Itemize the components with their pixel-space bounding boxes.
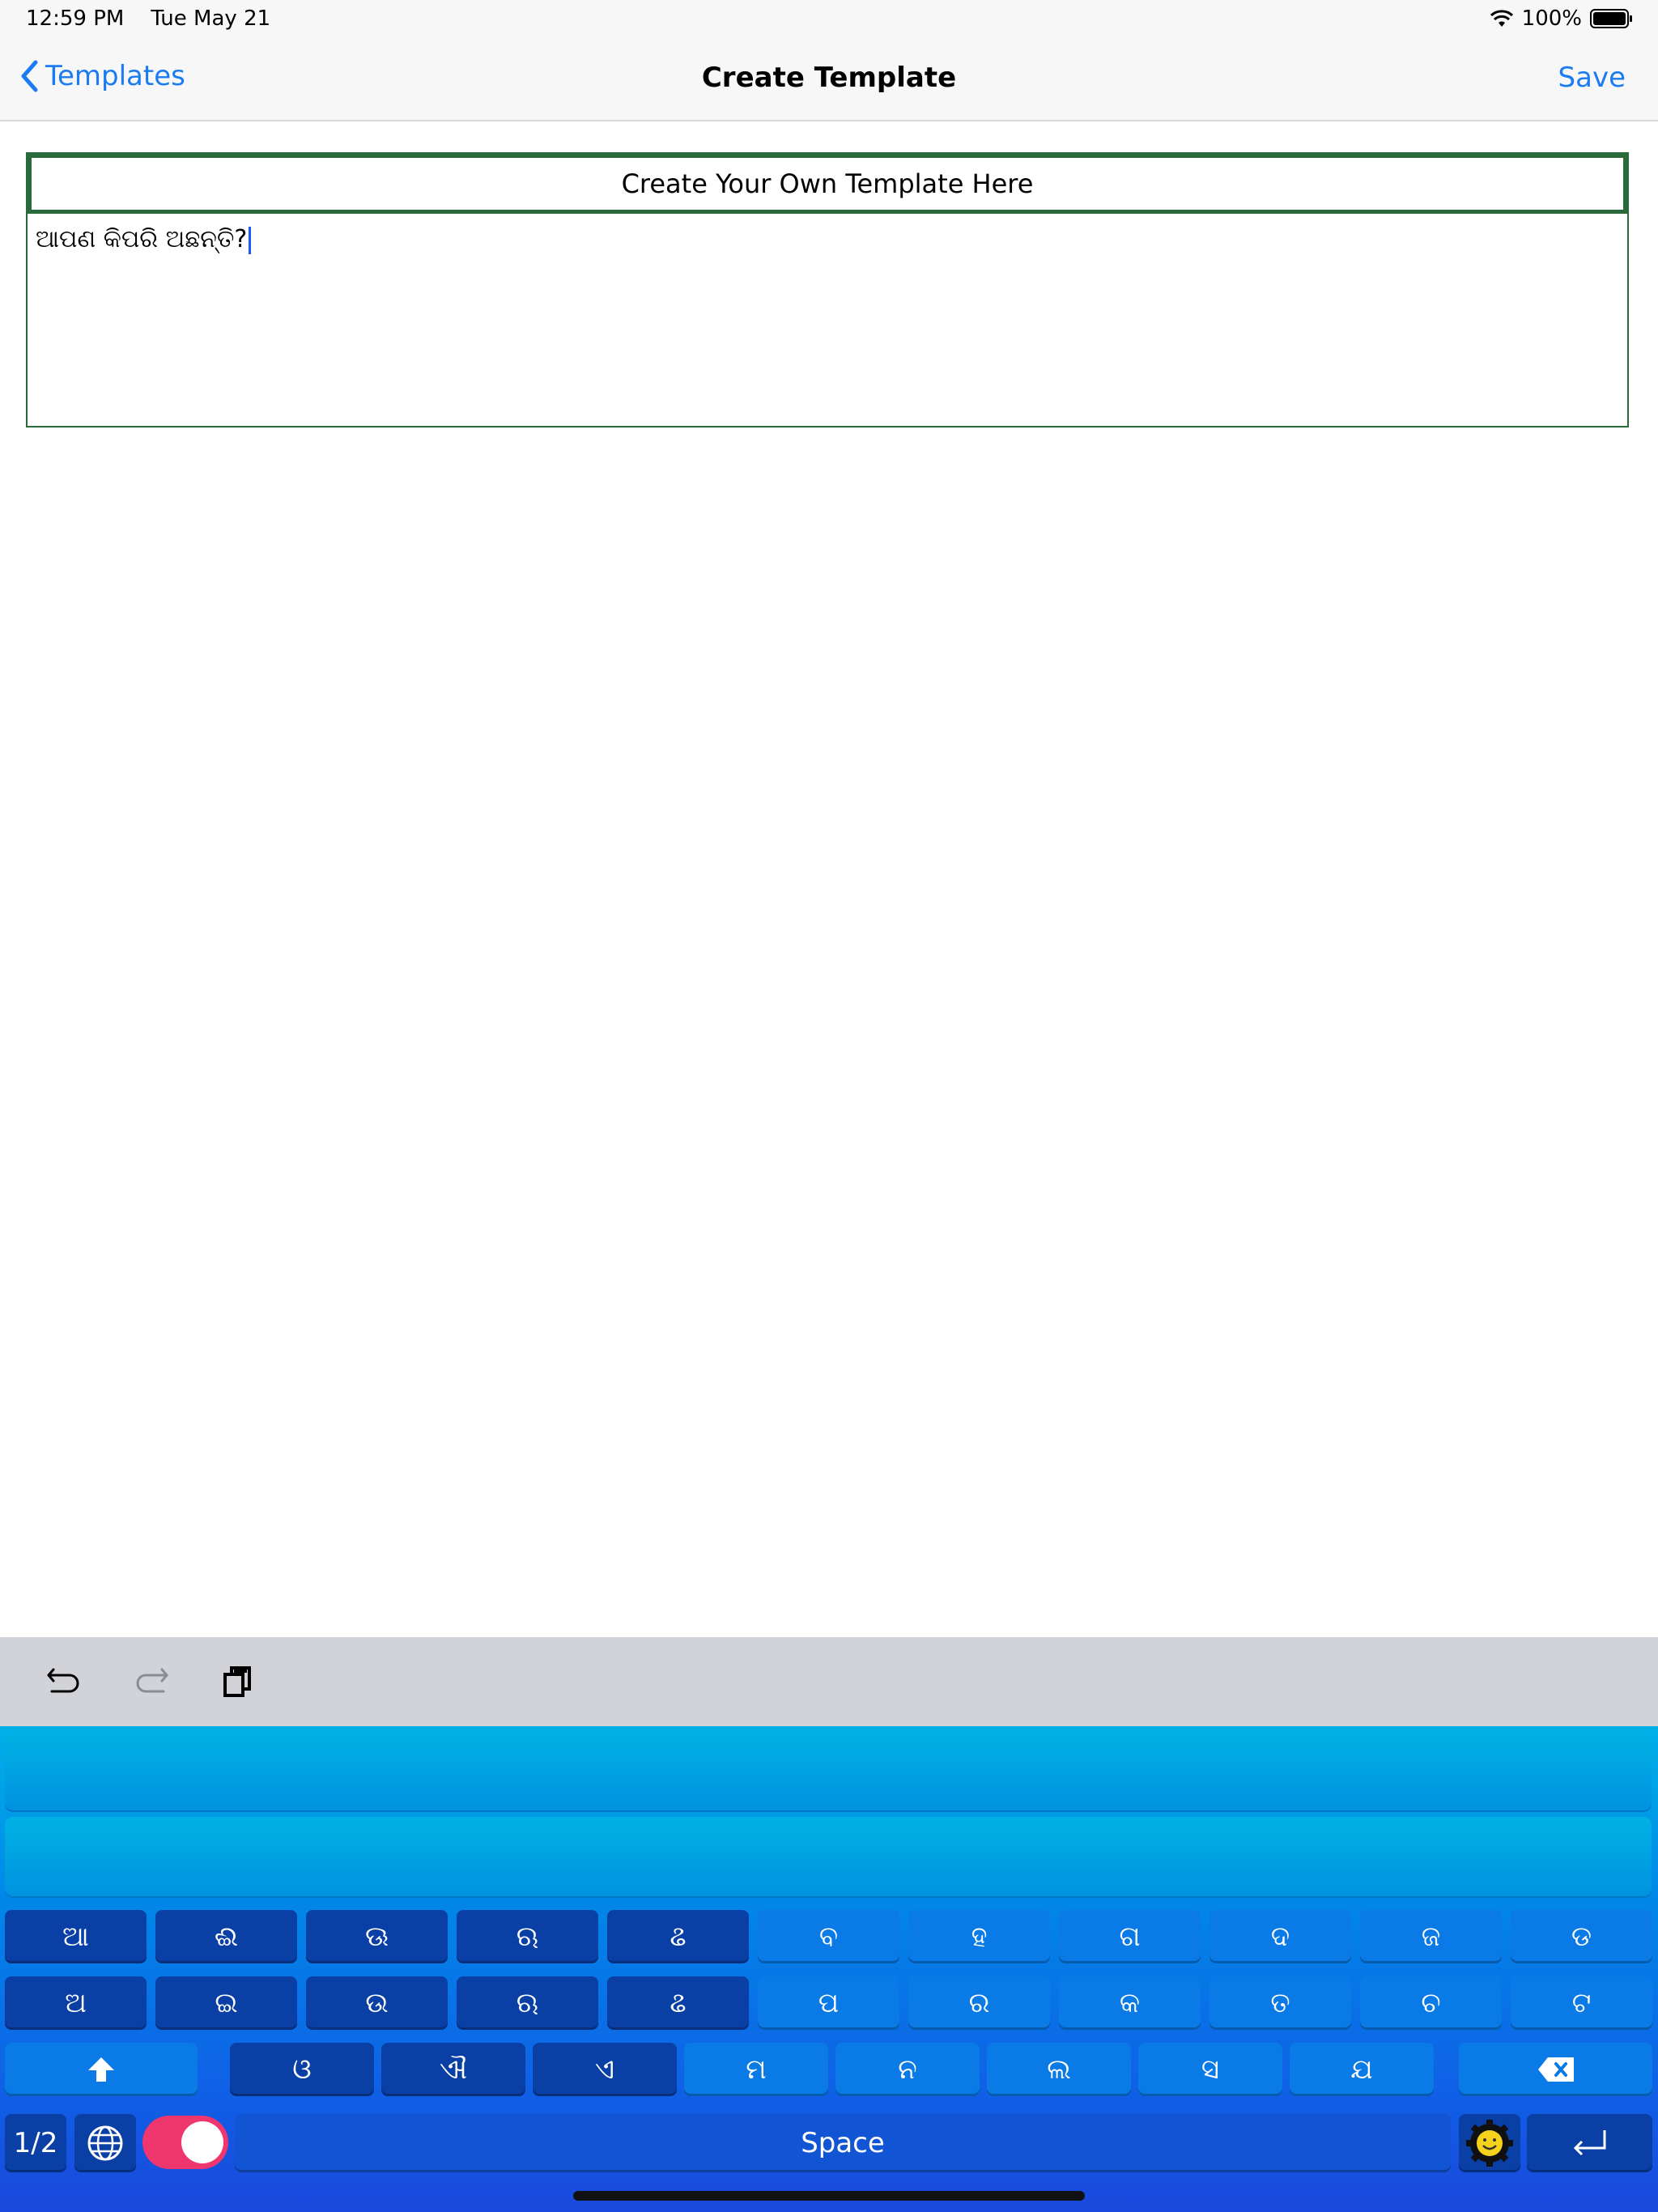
key[interactable]: ତ [1209,1976,1351,2030]
undo-icon[interactable] [45,1663,83,1700]
shift-key[interactable] [5,2043,198,2096]
key[interactable]: ଅ [5,1976,147,2030]
key[interactable]: ଯ [1290,2043,1434,2096]
key[interactable]: ଐ [381,2043,525,2096]
key[interactable]: ଆ [5,1910,147,1963]
keyboard-toggle[interactable] [142,2116,228,2169]
template-header: Create Your Own Template Here [28,154,1627,214]
status-right: 100% [1490,6,1634,31]
key[interactable]: ହ [908,1910,1050,1963]
settings-key[interactable] [1459,2114,1520,2172]
language-key[interactable] [74,2114,136,2172]
key[interactable]: କ [1059,1976,1201,2030]
key[interactable]: ଌ [607,1976,749,2030]
key[interactable]: ର [908,1976,1050,2030]
status-time-date: 12:59 PM Tue May 21 [26,6,270,31]
page-switch-key[interactable]: 1/2 [5,2114,66,2172]
key[interactable]: ଋ [457,1976,598,2030]
key[interactable]: ଡ [1511,1910,1652,1963]
battery-percent: 100% [1521,6,1582,31]
key[interactable]: ଓ [230,2043,374,2096]
status-date: Tue May 21 [151,6,271,31]
key[interactable]: ଜ [1360,1910,1502,1963]
template-text: ଆପଣ କିପରି ଅଛନ୍ତି? [36,225,248,253]
clipboard-icon[interactable] [220,1663,257,1700]
key[interactable]: ଦ [1209,1910,1351,1963]
backspace-key[interactable] [1459,2043,1652,2096]
return-key[interactable] [1527,2114,1652,2172]
template-text-area[interactable]: ଆପଣ କିପରି ଅଛନ୍ତି? [36,225,252,254]
key[interactable]: ପ [758,1976,899,2030]
space-key[interactable]: Space [235,2114,1451,2172]
template-editor[interactable]: Create Your Own Template Here ଆପଣ କିପରି … [26,152,1629,428]
globe-icon [87,2125,123,2161]
key[interactable]: ଗ [1059,1910,1201,1963]
key[interactable]: ଌ [607,1910,749,1963]
key[interactable]: ଉ [306,1976,448,2030]
backspace-icon [1537,2057,1574,2082]
battery-icon [1590,9,1632,28]
wifi-icon [1490,10,1513,27]
text-caret [249,226,252,254]
suggestion-bar-1[interactable] [5,1731,1652,1812]
redo-icon[interactable] [133,1663,170,1700]
key[interactable]: ଇ [155,1976,297,2030]
key[interactable]: ଋ [457,1910,598,1963]
key[interactable]: ଚ [1360,1976,1502,2030]
nav-bar: Templates Create Template Save [0,40,1658,121]
key[interactable]: ନ [835,2043,980,2096]
key[interactable]: ଈ [155,1910,297,1963]
key[interactable]: ଏ [533,2043,677,2096]
page-title: Create Template [701,62,957,94]
smiley-gear-icon [1466,2120,1513,2167]
key[interactable]: ବ [758,1910,899,1963]
key[interactable]: ସ [1138,2043,1282,2096]
key[interactable]: ଊ [306,1910,448,1963]
return-icon [1573,2130,1605,2156]
shift-arrow-icon [88,2057,114,2082]
undo-redo-bar [0,1637,1658,1726]
key[interactable]: ଲ [987,2043,1131,2096]
status-time: 12:59 PM [26,6,125,31]
key[interactable]: ଟ [1511,1976,1652,2030]
status-bar: 12:59 PM Tue May 21 100% [0,0,1658,40]
suggestion-bar-2[interactable] [5,1817,1652,1898]
toggle-knob [181,2121,223,2163]
key[interactable]: ମ [684,2043,828,2096]
home-indicator [573,2191,1085,2201]
save-button[interactable]: Save [1558,62,1626,94]
